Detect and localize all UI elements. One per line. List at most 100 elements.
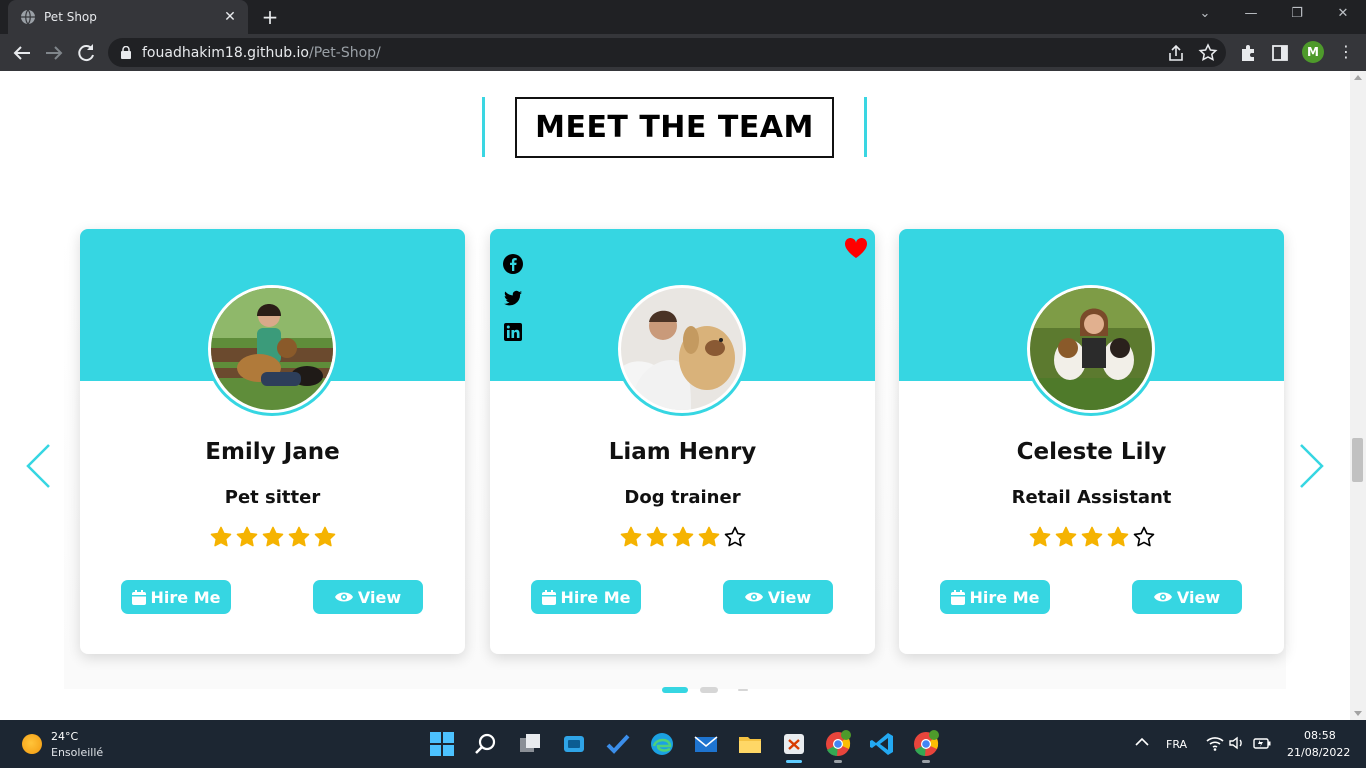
close-window-icon[interactable]: ✕ <box>1331 6 1355 26</box>
view-button[interactable]: View <box>723 580 833 614</box>
team-card: Emily Jane Pet sitter Hire Me View <box>80 229 465 654</box>
star-filled-icon <box>646 526 667 547</box>
snipping-tool-icon[interactable] <box>780 730 808 758</box>
star-filled-icon <box>288 526 309 547</box>
address-bar[interactable]: fouadhakim18.github.io/Pet-Shop/ <box>108 38 1226 67</box>
weather-temperature[interactable]: 24°C <box>51 730 78 743</box>
browser-tab-bar: Pet Shop ✕ + ⌄ — ❐ ✕ <box>0 0 1366 34</box>
side-panel-icon[interactable] <box>1270 43 1290 63</box>
member-name: Emily Jane <box>205 439 340 465</box>
team-card: Celeste Lily Retail Assistant Hire Me Vi… <box>899 229 1284 654</box>
reload-icon[interactable] <box>74 41 98 65</box>
tab-close-icon[interactable]: ✕ <box>222 9 238 25</box>
member-name: Celeste Lily <box>1016 439 1167 465</box>
vscode-icon[interactable] <box>868 730 896 758</box>
active-app-indicator <box>786 760 802 763</box>
chrome-profile-icon[interactable] <box>912 730 940 758</box>
hire-me-button[interactable]: Hire Me <box>531 580 641 614</box>
star-filled-icon <box>210 526 231 547</box>
facebook-icon[interactable] <box>502 253 524 275</box>
member-role: Dog trainer <box>624 487 741 508</box>
heart-icon[interactable] <box>844 237 868 259</box>
carousel-dot-1[interactable] <box>662 687 688 693</box>
rating-stars <box>490 526 875 548</box>
browser-menu-icon[interactable]: ⋮ <box>1336 43 1356 63</box>
windows-start-icon[interactable] <box>428 730 456 758</box>
new-tab-button[interactable]: + <box>258 6 282 30</box>
page-content: MEET THE TEAM Emily Jane Pet sitter Hire… <box>0 71 1350 720</box>
chrome-icon[interactable] <box>824 730 852 758</box>
tab-search-icon[interactable]: ⌄ <box>1193 6 1217 26</box>
avatar <box>615 282 749 416</box>
section-heading: MEET THE TEAM <box>482 97 867 158</box>
bookmark-star-icon[interactable] <box>1198 43 1218 63</box>
star-filled-icon <box>620 526 641 547</box>
minimize-icon[interactable]: — <box>1239 6 1263 26</box>
volume-icon[interactable] <box>1228 734 1246 752</box>
carousel-next-arrow-icon[interactable] <box>1296 443 1326 489</box>
eye-icon <box>334 592 353 602</box>
tray-overflow-chevron-icon[interactable] <box>1132 732 1152 752</box>
calendar-icon <box>541 589 556 605</box>
forward-icon[interactable] <box>42 41 66 65</box>
back-icon[interactable] <box>10 41 34 65</box>
task-view-icon[interactable] <box>516 730 544 758</box>
calendar-icon <box>950 589 965 605</box>
clock-date[interactable]: 21/08/2022 <box>1287 746 1350 759</box>
input-language[interactable]: FRA <box>1166 738 1187 751</box>
browser-toolbar: fouadhakim18.github.io/Pet-Shop/ M ⋮ <box>0 34 1366 71</box>
scroll-thumb[interactable] <box>1352 438 1363 482</box>
file-explorer-icon[interactable] <box>736 730 764 758</box>
mail-icon[interactable] <box>692 730 720 758</box>
restore-icon[interactable]: ❐ <box>1285 6 1309 26</box>
eye-icon <box>1153 592 1172 602</box>
wifi-icon[interactable] <box>1206 734 1224 752</box>
hire-label: Hire Me <box>969 587 1040 607</box>
view-label: View <box>767 587 812 607</box>
todo-icon[interactable] <box>604 730 632 758</box>
scroll-down-arrow-icon[interactable] <box>1354 711 1362 716</box>
hire-label: Hire Me <box>560 587 631 607</box>
linkedin-icon[interactable] <box>502 321 524 343</box>
share-icon[interactable] <box>1166 43 1186 63</box>
member-role: Pet sitter <box>224 487 321 508</box>
carousel-prev-arrow-icon[interactable] <box>24 443 54 489</box>
star-filled-icon <box>672 526 693 547</box>
view-button[interactable]: View <box>1132 580 1242 614</box>
hire-label: Hire Me <box>150 587 221 607</box>
eye-icon <box>744 592 763 602</box>
app-running-indicator <box>922 760 930 763</box>
edge-icon[interactable] <box>648 730 676 758</box>
avatar-photo <box>211 288 333 410</box>
star-filled-icon <box>1029 526 1050 547</box>
scroll-up-arrow-icon[interactable] <box>1354 75 1362 80</box>
twitter-icon[interactable] <box>502 287 524 309</box>
avatar-photo <box>1030 288 1152 410</box>
battery-icon[interactable] <box>1252 734 1272 752</box>
star-filled-icon <box>1055 526 1076 547</box>
view-button[interactable]: View <box>313 580 423 614</box>
widgets-icon[interactable] <box>560 730 588 758</box>
sun-weather-icon[interactable] <box>22 734 42 754</box>
carousel-dot-2[interactable] <box>700 687 718 693</box>
app-running-indicator <box>834 760 842 763</box>
carousel-dot-3[interactable] <box>738 689 748 691</box>
search-icon[interactable] <box>472 730 500 758</box>
weather-description[interactable]: Ensoleillé <box>51 746 103 759</box>
section-title: MEET THE TEAM <box>515 97 834 158</box>
team-card: Liam Henry Dog trainer Hire Me View <box>490 229 875 654</box>
url-path: /Pet-Shop/ <box>309 44 381 61</box>
view-label: View <box>1176 587 1221 607</box>
browser-tab[interactable]: Pet Shop ✕ <box>8 0 248 34</box>
avatar <box>1024 282 1158 416</box>
star-empty-icon <box>724 526 745 547</box>
hire-me-button[interactable]: Hire Me <box>940 580 1050 614</box>
profile-avatar[interactable]: M <box>1302 41 1324 63</box>
star-filled-icon <box>698 526 719 547</box>
hire-me-button[interactable]: Hire Me <box>121 580 231 614</box>
page-scrollbar[interactable] <box>1350 71 1366 720</box>
clock-time[interactable]: 08:58 <box>1304 729 1336 742</box>
star-filled-icon <box>1081 526 1102 547</box>
extensions-icon[interactable] <box>1238 43 1258 63</box>
member-name: Liam Henry <box>608 439 757 465</box>
